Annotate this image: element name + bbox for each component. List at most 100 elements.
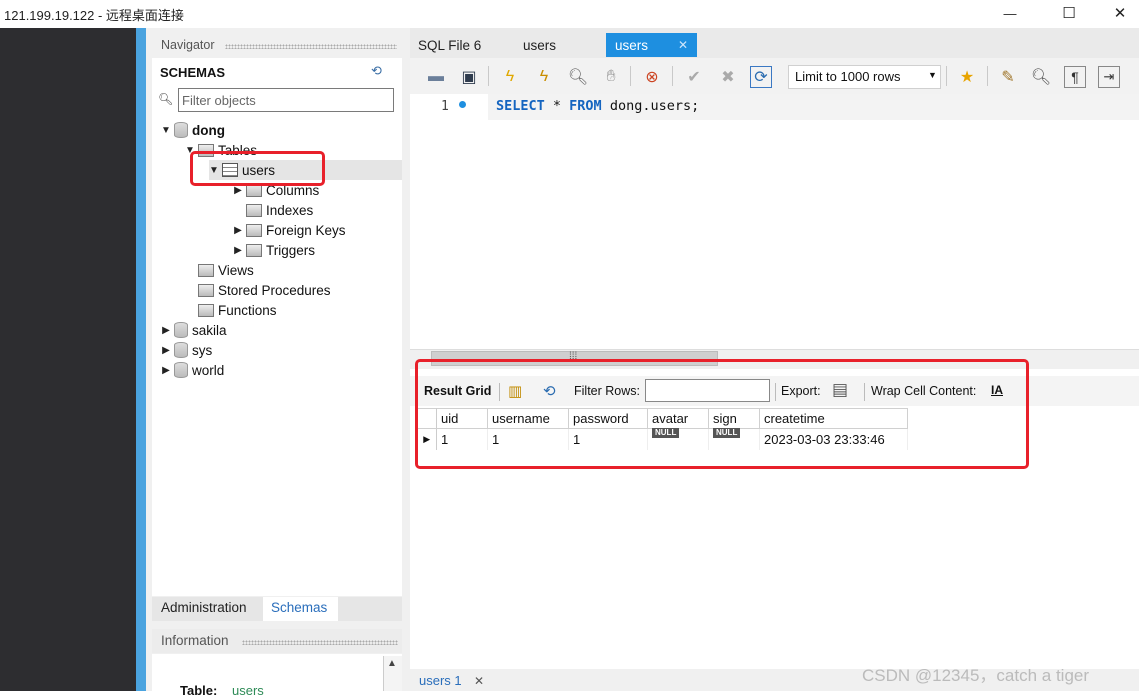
invisible-chars-icon[interactable]: ¶ bbox=[1064, 66, 1086, 88]
tree-item-stored-procedures[interactable]: Stored Procedures bbox=[196, 280, 331, 300]
folder-icon bbox=[198, 283, 214, 297]
database-icon bbox=[174, 342, 188, 358]
folder-icon bbox=[198, 263, 214, 277]
expand-arrow-icon[interactable]: ▶ bbox=[232, 245, 244, 256]
sql-editor[interactable] bbox=[410, 94, 1139, 348]
tab-schemas[interactable]: Schemas bbox=[271, 600, 327, 615]
close-button[interactable]: ✕ bbox=[1097, 0, 1139, 26]
annotation-box-users bbox=[190, 151, 325, 186]
word-wrap-icon[interactable]: ⇥ bbox=[1098, 66, 1120, 88]
indexes-icon bbox=[246, 203, 262, 217]
tree-item-label: world bbox=[192, 362, 225, 378]
stop-on-error-icon[interactable]: ⊗ bbox=[641, 66, 663, 88]
tree-item-indexes[interactable]: Indexes bbox=[244, 200, 313, 220]
rollback-icon[interactable]: ✖ bbox=[717, 66, 739, 88]
tab-close-icon[interactable]: ✕ bbox=[678, 33, 688, 57]
tree-item-label: dong bbox=[192, 122, 225, 138]
expand-arrow-icon[interactable]: ▶ bbox=[160, 325, 172, 336]
tab-administration[interactable]: Administration bbox=[161, 600, 247, 615]
information-header-grip bbox=[242, 640, 398, 645]
toolbar-separator bbox=[488, 66, 489, 86]
annotation-box-result bbox=[415, 359, 1029, 469]
stop-icon[interactable]: ✋︎ bbox=[600, 66, 622, 88]
sql-text: dong.users; bbox=[601, 98, 700, 114]
statement-marker-icon bbox=[459, 101, 466, 108]
tree-item-views[interactable]: Views bbox=[196, 260, 254, 280]
sql-keyword: SELECT bbox=[496, 98, 545, 114]
maximize-icon: ☐ bbox=[1062, 5, 1076, 22]
tab-users-1[interactable]: users 1 bbox=[419, 673, 462, 688]
minimize-icon: — bbox=[1003, 5, 1017, 21]
add-snippet-icon[interactable]: ★ bbox=[956, 66, 978, 88]
close-icon: ✕ bbox=[678, 38, 689, 52]
information-title: Information bbox=[161, 633, 229, 648]
tree-item-triggers[interactable]: ▶ Triggers bbox=[232, 240, 315, 260]
database-icon bbox=[174, 122, 188, 138]
database-icon bbox=[174, 362, 188, 378]
expand-arrow-icon[interactable]: ▶ bbox=[232, 225, 244, 236]
tree-item-label: sys bbox=[192, 342, 213, 358]
folder-icon bbox=[198, 303, 214, 317]
database-icon bbox=[174, 322, 188, 338]
scroll-up-icon[interactable]: ▲ bbox=[387, 658, 397, 669]
tree-item-label: Indexes bbox=[266, 202, 314, 218]
expand-arrow-icon[interactable]: ▼ bbox=[160, 125, 172, 136]
tab-label: users bbox=[615, 37, 649, 53]
sql-statement[interactable]: SELECT * FROM dong.users; bbox=[496, 98, 699, 114]
remote-desktop-background bbox=[0, 28, 136, 691]
explain-icon[interactable]: 🔍︎ bbox=[567, 66, 589, 88]
close-icon: ✕ bbox=[1113, 5, 1127, 22]
minimize-button[interactable]: — bbox=[987, 0, 1033, 26]
foreign-keys-icon bbox=[246, 223, 262, 237]
toolbar-separator bbox=[946, 66, 947, 86]
triggers-icon bbox=[246, 243, 262, 257]
find-icon[interactable]: 🔍︎ bbox=[1030, 66, 1052, 88]
watermark: CSDN @12345，catch a tiger bbox=[862, 666, 1090, 685]
filter-objects-input[interactable] bbox=[178, 88, 394, 112]
line-number: 1 bbox=[441, 99, 449, 114]
commit-icon[interactable]: ✔ bbox=[683, 66, 705, 88]
tree-item-sakila[interactable]: ▶ sakila bbox=[160, 320, 227, 340]
tree-item-foreign-keys[interactable]: ▶ Foreign Keys bbox=[232, 220, 346, 240]
editor-tab-bar bbox=[410, 28, 1139, 58]
sql-keyword: FROM bbox=[569, 98, 602, 114]
toolbar-separator bbox=[987, 66, 988, 86]
chevron-down-icon[interactable]: ▼ bbox=[928, 70, 937, 80]
toolbar-separator bbox=[630, 66, 631, 86]
beautify-icon[interactable]: ✎ bbox=[997, 66, 1019, 88]
tree-item-label: Stored Procedures bbox=[218, 282, 331, 298]
limit-rows-label: Limit to 1000 rows bbox=[795, 69, 901, 84]
close-icon[interactable]: ✕ bbox=[474, 674, 484, 688]
navigator-header-grip bbox=[225, 44, 397, 49]
expand-arrow-icon[interactable]: ▶ bbox=[232, 185, 244, 196]
refresh-icon[interactable]: ⟲ bbox=[371, 63, 382, 79]
expand-arrow-icon[interactable]: ▶ bbox=[160, 365, 172, 376]
tree-item-functions[interactable]: Functions bbox=[196, 300, 277, 320]
window-title: 121.199.19.122 - 远程桌面连接 bbox=[4, 8, 184, 23]
tree-item-label: Triggers bbox=[266, 242, 316, 258]
navigator-title: Navigator bbox=[161, 38, 215, 52]
tab-users-active[interactable]: users bbox=[615, 33, 648, 57]
tab-label: SQL File 6 bbox=[418, 37, 482, 53]
toolbar-separator bbox=[672, 66, 673, 86]
tree-item-label: Functions bbox=[218, 302, 277, 318]
tab-label: users bbox=[523, 37, 557, 53]
tree-item-label: Views bbox=[218, 262, 254, 278]
execute-current-icon[interactable]: ϟ bbox=[533, 66, 555, 88]
execute-icon[interactable]: ϟ bbox=[499, 66, 521, 88]
tree-item-world[interactable]: ▶ world bbox=[160, 360, 224, 380]
schemas-label: SCHEMAS bbox=[160, 65, 226, 80]
tab-users[interactable]: users bbox=[523, 33, 556, 57]
save-icon[interactable]: ▣ bbox=[458, 66, 480, 88]
window-edge bbox=[136, 28, 146, 691]
tree-item-label: sakila bbox=[192, 322, 227, 338]
tree-item-sys[interactable]: ▶ sys bbox=[160, 340, 212, 360]
tree-item-label: Foreign Keys bbox=[266, 222, 346, 238]
search-icon: 🔍︎ bbox=[158, 92, 174, 106]
open-folder-icon[interactable]: ▬ bbox=[425, 66, 447, 88]
autocommit-icon[interactable]: ⟳ bbox=[750, 66, 772, 88]
tree-item-dong[interactable]: ▼ dong bbox=[160, 120, 225, 140]
maximize-button[interactable]: ☐ bbox=[1046, 0, 1092, 26]
tab-sql-file-6[interactable]: SQL File 6 bbox=[418, 33, 481, 57]
expand-arrow-icon[interactable]: ▶ bbox=[160, 345, 172, 356]
